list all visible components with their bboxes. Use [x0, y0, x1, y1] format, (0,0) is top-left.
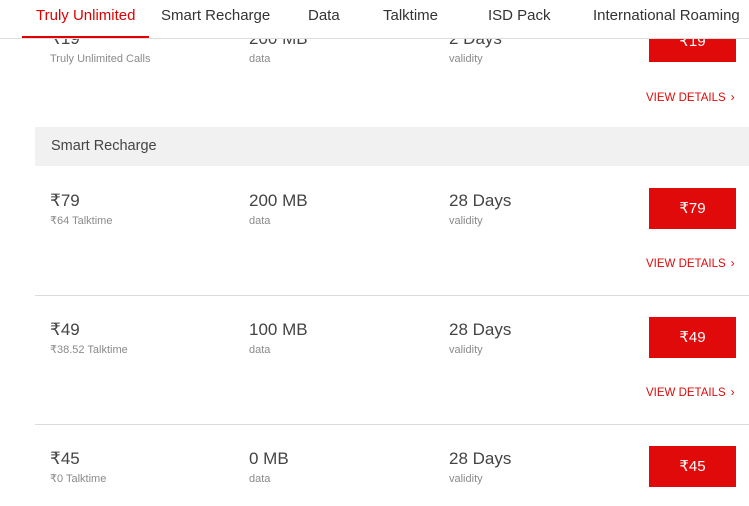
recharge-price-button[interactable]: ₹49 — [649, 317, 736, 358]
plan-data-column: 200 MB data — [249, 39, 308, 66]
plan-price-column: ₹45 ₹0 Talktime — [50, 449, 106, 486]
plan-description: ₹38.52 Talktime — [50, 344, 128, 356]
plan-card: ₹79 ₹64 Talktime 200 MB data 28 Days val… — [35, 166, 749, 295]
plan-description: Truly Unlimited Calls — [50, 53, 151, 65]
plan-validity-label: validity — [449, 473, 483, 485]
plan-data-column: 200 MB data — [249, 191, 308, 228]
view-details-link[interactable]: VIEW DETAILS › — [646, 90, 735, 104]
tab-talktime[interactable]: Talktime — [383, 0, 438, 36]
view-details-label: VIEW DETAILS — [646, 387, 726, 399]
plan-price: ₹19 — [50, 39, 150, 49]
plan-card: ₹49 ₹38.52 Talktime 100 MB data 28 Days … — [35, 295, 749, 425]
plan-validity-column: 28 Days validity — [449, 191, 511, 228]
plan-data-label: data — [249, 215, 271, 227]
plan-card-truly-unlimited: ₹19 Truly Unlimited Calls 200 MB data 2 … — [35, 39, 749, 117]
plan-validity-column: 28 Days validity — [449, 320, 511, 357]
plan-validity-value: 28 Days — [449, 191, 512, 210]
recharge-price-button[interactable]: ₹19 — [649, 39, 736, 62]
plan-data-value: 200 MB — [249, 39, 308, 49]
tab-international-roaming[interactable]: International Roaming — [593, 0, 740, 36]
tab-isd-pack[interactable]: ISD Pack — [488, 0, 551, 36]
plan-data-column: 0 MB data — [249, 449, 289, 486]
plan-validity-column: 28 Days validity — [449, 449, 511, 486]
section-header-smart-recharge: Smart Recharge — [35, 127, 749, 166]
plan-data-label: data — [249, 53, 271, 65]
recharge-price-button[interactable]: ₹79 — [649, 188, 736, 229]
plan-description: ₹0 Talktime — [50, 473, 107, 485]
plan-validity-label: validity — [449, 215, 483, 227]
chevron-right-icon: › — [730, 256, 735, 270]
plan-validity-value: 2 Days — [449, 39, 502, 49]
plans-scroll-area[interactable]: ₹19 Truly Unlimited Calls 200 MB data 2 … — [0, 39, 749, 506]
plan-price: ₹49 — [50, 320, 80, 339]
plan-price-column: ₹49 ₹38.52 Talktime — [50, 320, 128, 357]
view-details-label: VIEW DETAILS — [646, 92, 726, 104]
chevron-right-icon: › — [730, 90, 735, 104]
plan-data-value: 200 MB — [249, 191, 308, 210]
plan-data-value: 0 MB — [249, 449, 289, 468]
plan-price-column: ₹79 ₹64 Talktime — [50, 191, 112, 228]
plan-category-tabs: Truly Unlimited Smart Recharge Data Talk… — [0, 0, 749, 39]
plan-validity-label: validity — [449, 344, 483, 356]
recharge-price-button[interactable]: ₹45 — [649, 446, 736, 487]
plan-data-label: data — [249, 344, 271, 356]
plan-card: ₹45 ₹0 Talktime 0 MB data 28 Days validi… — [35, 424, 749, 506]
chevron-right-icon: › — [730, 385, 735, 399]
tab-data[interactable]: Data — [308, 0, 340, 36]
plan-price: ₹79 — [50, 191, 80, 210]
plan-validity-value: 28 Days — [449, 320, 512, 339]
plan-validity-column: 2 Days validity — [449, 39, 502, 66]
view-details-link[interactable]: VIEW DETAILS › — [646, 256, 735, 270]
tab-smart-recharge[interactable]: Smart Recharge — [161, 0, 270, 36]
plan-price: ₹45 — [50, 449, 80, 468]
view-details-label: VIEW DETAILS — [646, 258, 726, 270]
plan-validity-label: validity — [449, 53, 483, 65]
plan-data-value: 100 MB — [249, 320, 308, 339]
plan-data-label: data — [249, 473, 271, 485]
tab-truly-unlimited[interactable]: Truly Unlimited — [22, 0, 150, 38]
view-details-link[interactable]: VIEW DETAILS › — [646, 385, 735, 399]
plan-validity-value: 28 Days — [449, 449, 512, 468]
plan-description: ₹64 Talktime — [50, 215, 113, 227]
plan-price-column: ₹19 Truly Unlimited Calls — [50, 39, 150, 66]
plan-data-column: 100 MB data — [249, 320, 308, 357]
